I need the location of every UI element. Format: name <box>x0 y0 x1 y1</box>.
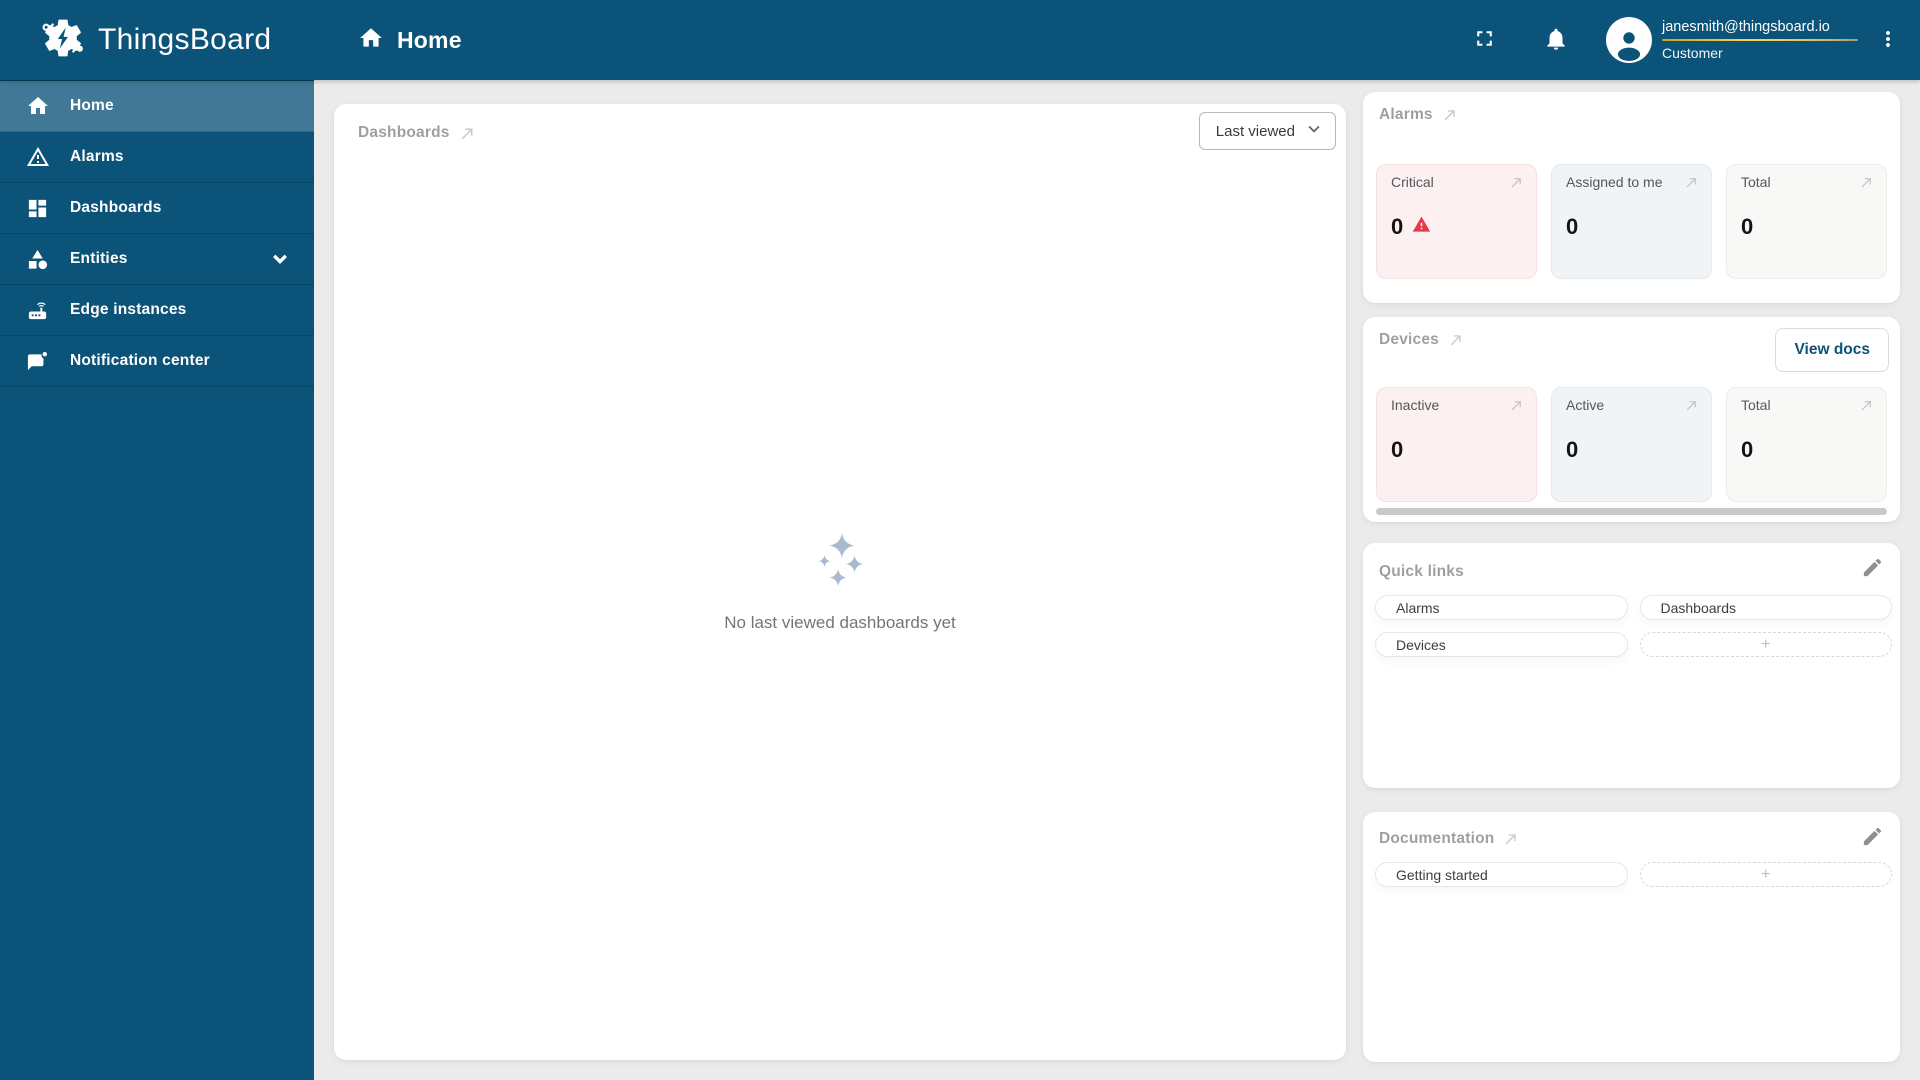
sidebar-item-home[interactable]: Home <box>0 81 314 132</box>
sidebar-item-label: Home <box>70 97 114 114</box>
sparkles-icon <box>809 532 871 599</box>
open-devices-arrow-icon[interactable] <box>1448 332 1464 348</box>
widget-title: Documentation <box>1379 830 1495 847</box>
sidebar-item-edge-instances[interactable]: Edge instances <box>0 285 314 336</box>
critical-alarms-card[interactable]: Critical 0 <box>1376 164 1537 279</box>
dashboards-icon <box>26 196 50 220</box>
open-documentation-arrow-icon[interactable] <box>1503 831 1519 847</box>
header-actions: janesmith@thingsboard.io Customer <box>1460 0 1920 80</box>
subcard-label: Active <box>1566 397 1605 413</box>
user-role: Customer <box>1662 45 1723 61</box>
sidebar-item-alarms[interactable]: Alarms <box>0 132 314 183</box>
warning-icon <box>26 145 50 169</box>
notifications-button[interactable] <box>1532 16 1580 64</box>
devices-widget: Devices View docs Inactive 0 Active 0 To… <box>1363 317 1900 522</box>
open-alarms-arrow-icon[interactable] <box>1442 107 1458 123</box>
widget-title: Devices <box>1379 331 1440 348</box>
fullscreen-icon <box>1472 26 1497 54</box>
sidebar-item-label: Notification center <box>70 352 210 369</box>
person-icon <box>1617 32 1641 61</box>
add-quick-link-button[interactable]: + <box>1639 632 1892 657</box>
inactive-devices-card[interactable]: Inactive 0 <box>1376 387 1537 502</box>
sidebar: Home Alarms Dashboards Entities Edge ins… <box>0 80 314 1080</box>
fullscreen-button[interactable] <box>1460 16 1508 64</box>
sidebar-item-label: Alarms <box>70 148 124 165</box>
arrow-ne-icon <box>1509 398 1524 413</box>
quick-links-widget: Quick links Alarms Dashboards Devices + <box>1363 543 1900 788</box>
dashboards-widget: Dashboards Last viewed No last viewed da… <box>334 104 1346 1060</box>
quick-link-devices[interactable]: Devices <box>1375 632 1628 657</box>
sidebar-item-notification-center[interactable]: Notification center <box>0 336 314 387</box>
empty-state-text: No last viewed dashboards yet <box>724 612 956 632</box>
sidebar-item-entities[interactable]: Entities <box>0 234 314 285</box>
app-title: ThingsBoard <box>98 23 272 56</box>
edit-documentation-button[interactable] <box>1861 825 1884 851</box>
subcard-label: Critical <box>1391 174 1434 190</box>
logo[interactable]: ThingsBoard <box>0 0 314 80</box>
user-email: janesmith@thingsboard.io <box>1662 19 1830 35</box>
alert-triangle-icon <box>1412 215 1431 239</box>
subcard-label: Total <box>1741 174 1771 190</box>
arrow-ne-icon <box>1684 398 1699 413</box>
assigned-alarms-card[interactable]: Assigned to me 0 <box>1551 164 1712 279</box>
quick-link-alarms[interactable]: Alarms <box>1375 595 1628 620</box>
add-documentation-link-button[interactable]: + <box>1639 862 1892 887</box>
subcard-label: Inactive <box>1391 397 1440 413</box>
more-menu-button[interactable] <box>1868 16 1908 64</box>
arrow-ne-icon <box>1684 175 1699 190</box>
total-alarms-count: 0 <box>1741 214 1754 239</box>
user-info[interactable]: janesmith@thingsboard.io Customer <box>1662 19 1858 61</box>
router-icon <box>26 298 50 322</box>
customer-hierarchy-underline <box>1662 39 1858 41</box>
chevron-down-icon[interactable] <box>268 247 292 271</box>
critical-count: 0 <box>1391 214 1404 239</box>
total-alarms-card[interactable]: Total 0 <box>1726 164 1887 279</box>
subcard-label: Assigned to me <box>1566 174 1663 190</box>
home-icon <box>26 94 50 118</box>
kebab-icon <box>1876 27 1900 54</box>
avatar[interactable] <box>1606 17 1652 63</box>
home-icon <box>358 25 384 56</box>
edit-quick-links-button[interactable] <box>1861 556 1884 582</box>
documentation-widget: Documentation Getting started + <box>1363 812 1900 1062</box>
inactive-count: 0 <box>1391 437 1404 462</box>
sidebar-item-label: Edge instances <box>70 301 187 318</box>
dashboards-empty-state: No last viewed dashboards yet <box>334 104 1346 1060</box>
arrow-ne-icon <box>1859 398 1874 413</box>
entities-icon <box>26 247 50 271</box>
sidebar-item-dashboards[interactable]: Dashboards <box>0 183 314 234</box>
bell-icon <box>1543 26 1569 55</box>
page-title: Home <box>397 26 462 53</box>
total-devices-count: 0 <box>1741 437 1754 462</box>
assigned-count: 0 <box>1566 214 1579 239</box>
sidebar-item-label: Entities <box>70 250 128 267</box>
top-header: ThingsBoard Home janesmith@thingsboard.i… <box>0 0 1920 80</box>
active-devices-card[interactable]: Active 0 <box>1551 387 1712 502</box>
quick-link-dashboards[interactable]: Dashboards <box>1639 595 1892 620</box>
arrow-ne-icon <box>1509 175 1524 190</box>
alarms-widget: Alarms Critical 0 Assigned to me 0 Total… <box>1363 92 1900 303</box>
pencil-icon <box>1861 556 1884 582</box>
breadcrumb[interactable]: Home <box>358 25 462 56</box>
widget-title: Alarms <box>1379 106 1433 123</box>
view-docs-button[interactable]: View docs <box>1775 328 1889 372</box>
main-content: Dashboards Last viewed No last viewed da… <box>314 80 1920 1080</box>
horizontal-scrollbar[interactable] <box>1376 508 1887 515</box>
arrow-ne-icon <box>1859 175 1874 190</box>
thingsboard-app: ThingsBoard Home janesmith@thingsboard.i… <box>0 0 1920 1080</box>
active-count: 0 <box>1566 437 1579 462</box>
widget-title: Quick links <box>1379 563 1464 580</box>
pencil-icon <box>1861 825 1884 851</box>
total-devices-card[interactable]: Total 0 <box>1726 387 1887 502</box>
sidebar-item-label: Dashboards <box>70 199 162 216</box>
documentation-link-getting-started[interactable]: Getting started <box>1375 862 1628 887</box>
subcard-label: Total <box>1741 397 1771 413</box>
thingsboard-logo-icon <box>40 15 86 66</box>
notification-center-icon <box>26 349 50 373</box>
